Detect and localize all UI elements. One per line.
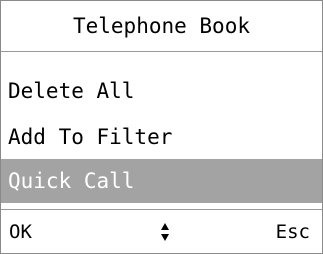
esc-softkey[interactable]: Esc: [276, 210, 310, 254]
title-divider: [1, 51, 322, 52]
softkey-bar: OK Esc: [1, 210, 322, 254]
phone-screen: Telephone Book Delete All Add To Filter …: [0, 0, 323, 254]
menu-item-add-to-filter[interactable]: Add To Filter: [1, 115, 322, 159]
menu-item-delete-all[interactable]: Delete All: [1, 69, 322, 113]
up-down-arrows-icon[interactable]: [161, 223, 169, 241]
menu-item-quick-call[interactable]: Quick Call: [1, 159, 322, 203]
screen-title: Telephone Book: [72, 14, 250, 38]
ok-softkey[interactable]: OK: [9, 210, 32, 254]
